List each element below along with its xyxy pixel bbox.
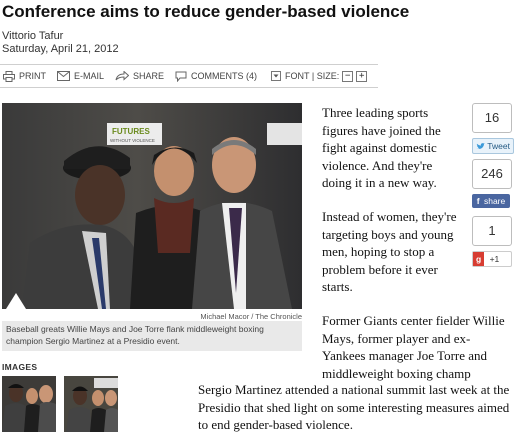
facebook-share-widget: 246 f share xyxy=(472,159,514,208)
images-section-label: IMAGES xyxy=(2,362,38,372)
google-plus-widget: 1 g +1 xyxy=(472,216,514,267)
google-plus-count: 1 xyxy=(472,216,512,246)
print-button[interactable]: PRINT xyxy=(3,70,46,82)
photo-caption: Baseball greats Willie Mays and Joe Torr… xyxy=(2,321,302,351)
envelope-icon xyxy=(57,71,70,81)
comment-bubble-icon xyxy=(175,71,187,82)
article-paragraph-3: Former Giants center fielder Willie Mays… xyxy=(322,313,505,381)
article-paragraph-1: Three leading sports figures have joined… xyxy=(322,105,441,190)
font-decrease-button[interactable]: − xyxy=(342,70,354,82)
print-label: PRINT xyxy=(19,71,46,81)
tweet-label: Tweet xyxy=(487,141,510,151)
font-increase-button[interactable]: + xyxy=(356,70,368,82)
email-button[interactable]: E-MAIL xyxy=(57,71,104,81)
facebook-share-label: share xyxy=(483,196,506,206)
image-thumbnail[interactable] xyxy=(2,376,56,432)
share-button[interactable]: SHARE xyxy=(115,71,164,81)
google-plus-button[interactable]: g +1 xyxy=(472,251,512,267)
twitter-count: 16 xyxy=(472,103,512,133)
photo-image: FUTURES WITHOUT VIOLENCE xyxy=(2,103,302,309)
thumbnail-image xyxy=(2,376,56,432)
font-menu-icon[interactable] xyxy=(271,71,282,81)
email-label: E-MAIL xyxy=(74,71,105,81)
image-thumbnail[interactable] xyxy=(64,376,118,432)
banner-text: FUTURES xyxy=(112,127,150,136)
thumbnail-image xyxy=(64,376,118,432)
article-photo[interactable]: FUTURES WITHOUT VIOLENCE xyxy=(2,103,302,309)
google-plus-label: +1 xyxy=(489,254,500,264)
article-paragraph-3-continued: Sergio Martinez attended a national summ… xyxy=(198,382,510,432)
tweet-button[interactable]: Tweet xyxy=(472,138,514,154)
share-icon xyxy=(115,71,130,81)
article-paragraph-2: Instead of women, they're targeting boys… xyxy=(322,209,457,294)
facebook-f-icon: f xyxy=(476,196,480,206)
comments-label: COMMENTS (4) xyxy=(191,71,258,81)
author-byline[interactable]: Vittorio Tafur xyxy=(2,30,63,42)
google-g-icon: g xyxy=(473,252,485,266)
article-toolbar: PRINT E-MAIL SHARE COMMENTS (4) FONT | S… xyxy=(0,64,378,88)
facebook-share-button[interactable]: f share xyxy=(472,194,510,208)
font-size-control: FONT | SIZE: − + xyxy=(271,70,368,82)
comments-button[interactable]: COMMENTS (4) xyxy=(175,71,257,82)
facebook-count: 246 xyxy=(472,159,512,189)
publish-date: Saturday, April 21, 2012 xyxy=(2,43,119,55)
photo-credit: Michael Macor / The Chronicle xyxy=(200,312,302,321)
print-icon xyxy=(3,70,15,82)
twitter-share-widget: 16 Tweet xyxy=(472,103,514,154)
share-label: SHARE xyxy=(133,71,165,81)
twitter-bird-icon xyxy=(476,143,486,149)
article-headline: Conference aims to reduce gender-based v… xyxy=(2,2,410,21)
font-size-label: FONT | SIZE: xyxy=(285,71,340,81)
banner-subtext: WITHOUT VIOLENCE xyxy=(110,138,155,143)
